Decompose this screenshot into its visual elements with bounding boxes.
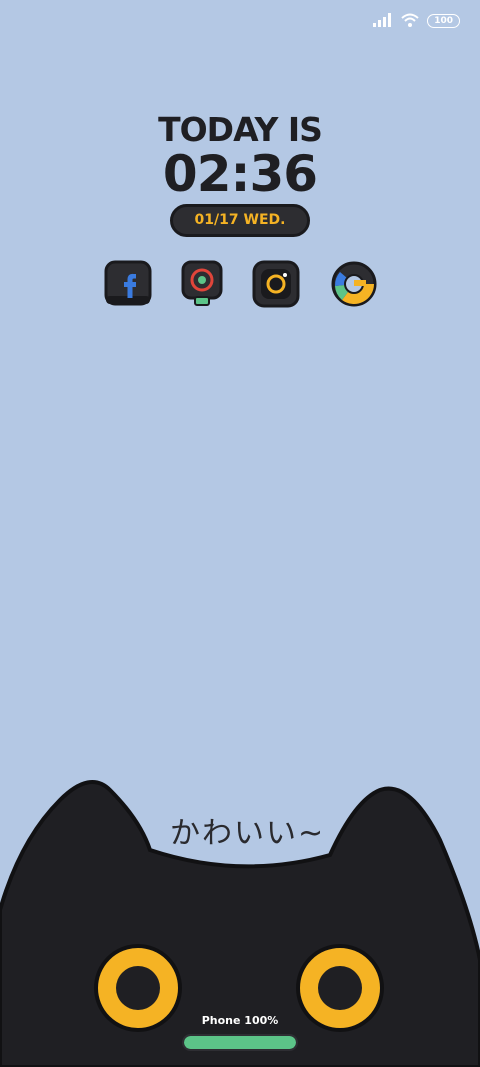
clock-heading: TODAY IS [158,110,323,149]
cat-caption: かわいい~ [170,816,326,851]
status-bar: 100 [373,12,460,30]
phone-battery-fill [184,1036,296,1049]
app-row [0,260,480,308]
google-app-icon[interactable] [330,260,378,308]
clock-widget[interactable]: TODAY IS 02:36 01/17 WED. [0,112,480,237]
instagram-app-icon[interactable] [252,260,300,308]
record-app-icon[interactable] [180,260,228,308]
date-badge: 01/17 WED. [170,204,310,237]
battery-indicator: 100 [427,14,460,28]
clock-time: 02:36 [162,145,318,203]
signal-icon [373,12,393,31]
facebook-app-icon[interactable] [104,260,152,308]
phone-battery-bar [182,1034,298,1051]
wifi-icon [401,12,419,31]
phone-battery-label: Phone 100% [201,1014,279,1027]
